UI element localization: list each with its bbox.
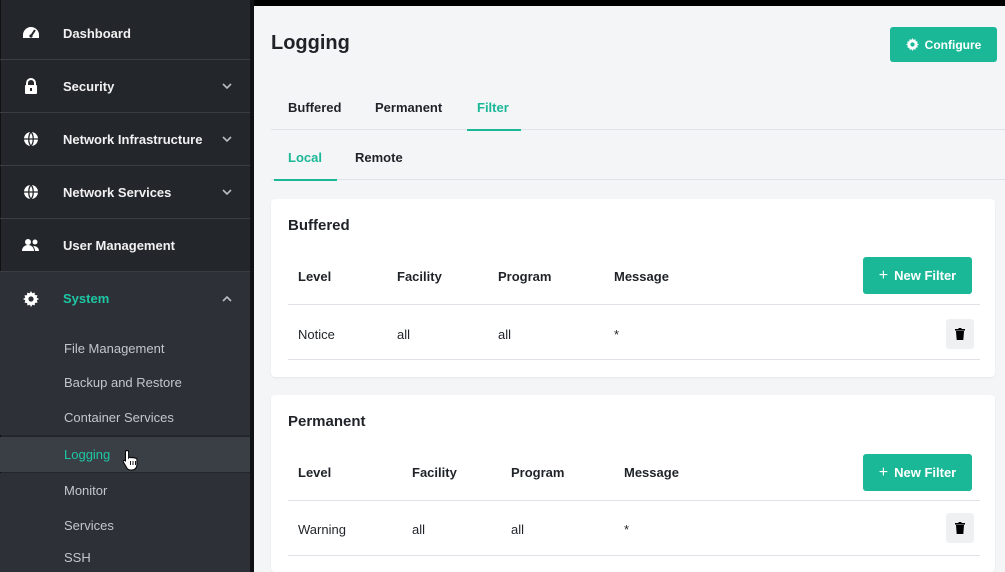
chevron-down-icon <box>221 133 233 145</box>
sidebar-item-label: Network Services <box>63 184 172 200</box>
divider <box>288 359 980 360</box>
sidebar-item-security[interactable]: Security <box>0 60 250 113</box>
subtab-remote[interactable]: Remote <box>355 134 403 180</box>
sidebar-subitem-services[interactable]: Services <box>0 508 250 543</box>
gear-icon <box>22 290 40 308</box>
lock-icon <box>22 77 40 95</box>
column-header-level: Level <box>298 465 332 480</box>
cell-message: * <box>614 327 620 342</box>
users-icon <box>22 236 40 254</box>
sidebar-item-user-management[interactable]: User Management <box>0 219 250 272</box>
sidebar-item-label: Security <box>63 78 115 94</box>
trash-icon <box>955 328 965 340</box>
configure-button[interactable]: Configure <box>890 27 997 62</box>
configure-label: Configure <box>924 37 982 52</box>
divider <box>288 555 980 556</box>
tab-buffered[interactable]: Buffered <box>288 84 341 130</box>
column-header-facility: Facility <box>397 269 442 284</box>
sidebar-item-label: User Management <box>63 237 175 253</box>
main-content: Logging Configure Buffered Permanent Fil… <box>254 0 1005 572</box>
chevron-down-icon <box>221 80 233 92</box>
divider <box>288 304 980 305</box>
card-title: Permanent <box>288 413 366 430</box>
column-header-facility: Facility <box>412 465 457 480</box>
cell-program: all <box>498 327 512 342</box>
cell-facility: all <box>397 327 411 342</box>
sidebar-item-network-infrastructure[interactable]: Network Infrastructure <box>0 113 250 166</box>
column-header-message: Message <box>624 465 679 480</box>
sidebar: Dashboard Security Network Infrastructur… <box>0 0 254 572</box>
new-filter-label: New Filter <box>894 268 957 283</box>
column-header-program: Program <box>511 465 565 480</box>
new-filter-label: New Filter <box>894 465 957 480</box>
logging-tabs: Buffered Permanent Filter <box>271 84 1005 131</box>
tab-permanent[interactable]: Permanent <box>375 84 442 130</box>
tab-filter[interactable]: Filter <box>467 84 521 131</box>
sidebar-subitem-monitor[interactable]: Monitor <box>0 473 250 508</box>
cell-facility: all <box>412 522 426 537</box>
filter-subtabs: Local Remote <box>271 134 1005 181</box>
globe-icon <box>22 183 40 201</box>
new-filter-button[interactable]: + New Filter <box>863 454 972 491</box>
sidebar-subitem-ssh[interactable]: SSH <box>0 543 250 572</box>
permanent-filter-card: Permanent Level Facility Program Message… <box>271 395 995 572</box>
divider <box>288 500 980 501</box>
card-title: Buffered <box>288 217 350 234</box>
sidebar-subitem-container-services[interactable]: Container Services <box>0 400 250 435</box>
column-header-message: Message <box>614 269 669 284</box>
sidebar-subitem-file-management[interactable]: File Management <box>0 325 250 365</box>
column-header-program: Program <box>498 269 552 284</box>
globe-icon <box>22 130 40 148</box>
gear-icon <box>905 38 919 51</box>
plus-icon: + <box>878 463 889 481</box>
cell-level: Notice <box>298 327 335 342</box>
hand-pointer-icon <box>121 449 141 471</box>
cell-program: all <box>511 522 525 537</box>
trash-icon <box>955 522 965 534</box>
chevron-down-icon <box>221 186 233 198</box>
buffered-filter-card: Buffered Level Facility Program Message … <box>271 199 995 377</box>
sidebar-item-system[interactable]: System <box>0 272 250 325</box>
column-header-level: Level <box>298 269 332 284</box>
page-title: Logging <box>271 32 350 54</box>
sidebar-item-dashboard[interactable]: Dashboard <box>0 7 250 60</box>
chevron-up-icon <box>221 293 233 305</box>
sidebar-item-network-services[interactable]: Network Services <box>0 166 250 219</box>
sidebar-item-label: Network Infrastructure <box>63 131 203 147</box>
cell-level: Warning <box>298 522 346 537</box>
cell-message: * <box>624 522 630 537</box>
gauge-icon <box>22 24 40 42</box>
delete-filter-button[interactable] <box>946 319 974 349</box>
subtab-local[interactable]: Local <box>274 134 337 181</box>
top-border <box>254 0 1005 6</box>
sidebar-item-label: Dashboard <box>63 25 131 41</box>
delete-filter-button[interactable] <box>946 513 974 543</box>
plus-icon: + <box>878 266 889 284</box>
sidebar-subitem-backup-and-restore[interactable]: Backup and Restore <box>0 365 250 400</box>
sidebar-item-label: System <box>63 291 110 306</box>
new-filter-button[interactable]: + New Filter <box>863 257 972 294</box>
